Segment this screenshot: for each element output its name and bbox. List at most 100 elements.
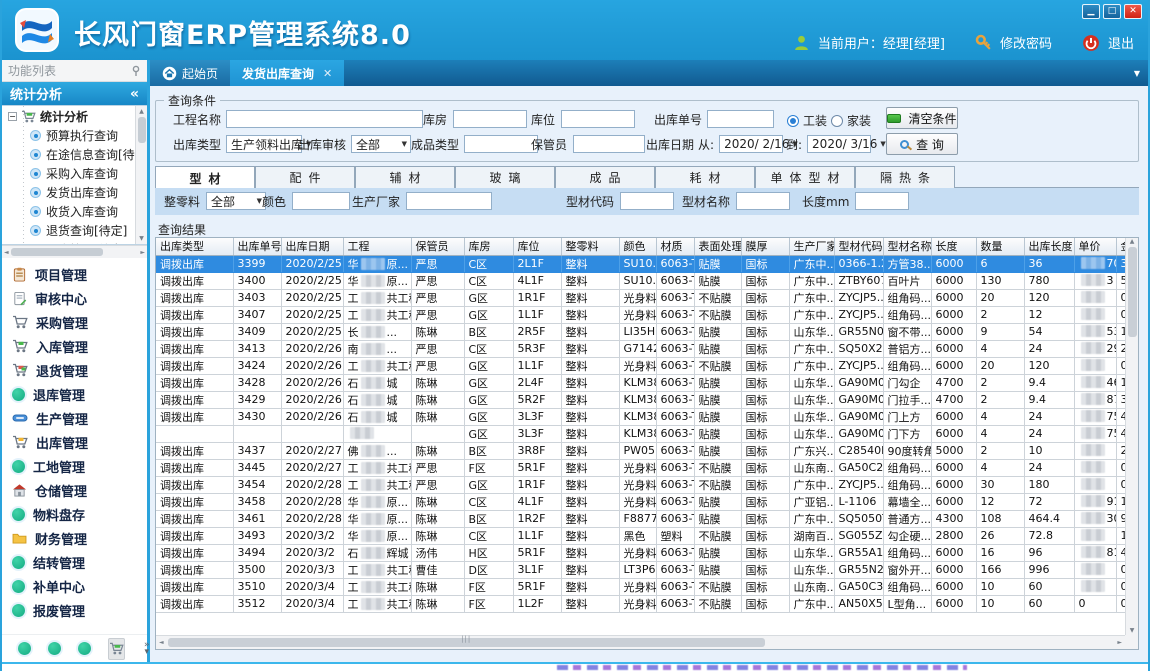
tab-home[interactable]: 起始页 — [150, 60, 230, 86]
sidebar-item-出库管理[interactable]: 出库管理 — [2, 430, 147, 454]
date-from-picker[interactable]: 2020/ 2/16 ▼ — [719, 135, 783, 153]
material-tab-型材[interactable]: 型材 — [155, 166, 255, 189]
module-dot-icon[interactable] — [18, 642, 31, 655]
table-row[interactable]: 调拨出库34072020/2/25工共工程严思G区1L1F整料光身料6063-T… — [156, 306, 1125, 323]
table-row[interactable]: 调拨出库34092020/2/25长...陈琳B区2R5F整料LI35HD606… — [156, 323, 1125, 340]
tree-item-预算执行查询[interactable]: 预算执行查询 — [2, 126, 135, 145]
column-header-表面处理[interactable]: 表面处理 — [694, 238, 741, 255]
order-no-input[interactable] — [707, 110, 774, 128]
module-dot-icon[interactable] — [78, 642, 91, 655]
scroll-thumb[interactable] — [1128, 247, 1137, 337]
column-header-颜色[interactable]: 颜色 — [619, 238, 656, 255]
tree-vertical-scrollbar[interactable]: ▲ ▼ — [135, 106, 147, 244]
tree-horizontal-scrollbar[interactable]: ◄ ► — [2, 245, 147, 258]
column-header-出库单号[interactable]: 出库单号 — [233, 238, 281, 255]
table-row[interactable]: 调拨出库34302020/2/26石城陈琳G区3L3F整料KLM38176063… — [156, 408, 1125, 425]
tree-item-退货查询[待定][interactable]: 退货查询[待定] — [2, 221, 135, 240]
tree-root-statistics[interactable]: − 统计分析 — [2, 106, 135, 126]
whole-piece-select[interactable]: 全部 ▼ — [206, 192, 266, 210]
keeper-input[interactable] — [573, 135, 645, 153]
column-header-膜厚[interactable]: 膜厚 — [741, 238, 789, 255]
sidebar-item-工地管理[interactable]: 工地管理 — [2, 454, 147, 478]
table-row[interactable]: 调拨出库34542020/2/28工共工程严思G区1R1F整料光身料6063-T… — [156, 476, 1125, 493]
tree-item-收货入库查询[interactable]: 收货入库查询 — [2, 202, 135, 221]
material-tab-玻璃[interactable]: 玻璃 — [455, 166, 555, 188]
table-row[interactable]: 调拨出库34292020/2/26石城陈琳G区5R2F整料KLM38176063… — [156, 391, 1125, 408]
table-row[interactable]: 调拨出库34242020/2/26工共工程严思G区1L1F整料光身料6063-T… — [156, 357, 1125, 374]
grid-vertical-scrollbar[interactable]: ▲ ▼ — [1125, 238, 1138, 635]
scroll-down-icon[interactable]: ▼ — [139, 235, 144, 242]
sidebar-item-补单中心[interactable]: 补单中心 — [2, 574, 147, 598]
maximize-button[interactable]: □ — [1103, 4, 1121, 19]
sidebar-item-项目管理[interactable]: 项目管理 — [2, 262, 147, 286]
collapse-icon[interactable]: « — [130, 86, 139, 102]
table-row[interactable]: 调拨出库35122020/3/4工共工程陈琳F区1L2F整料光身料6063-T5… — [156, 595, 1125, 612]
scroll-left-icon[interactable]: ◄ — [4, 249, 9, 256]
column-header-库位[interactable]: 库位 — [513, 238, 561, 255]
outbound-audit-select[interactable]: 全部 ▼ — [351, 135, 411, 153]
search-button[interactable]: 查 询 — [886, 133, 958, 155]
column-header-整零料[interactable]: 整零料 — [561, 238, 619, 255]
scroll-up-icon[interactable]: ▲ — [1130, 238, 1135, 245]
outbound-type-select[interactable]: 生产领料出库 ▼ — [226, 135, 302, 153]
radio-gongzhuang[interactable] — [787, 115, 799, 127]
scroll-thumb[interactable] — [168, 638, 765, 647]
table-row[interactable]: 调拨出库34372020/2/27佛...陈琳B区3R8F整料PW056063-… — [156, 442, 1125, 459]
sidebar-item-采购管理[interactable]: 采购管理 — [2, 310, 147, 334]
tree-item-发货出库查询[interactable]: 发货出库查询 — [2, 183, 135, 202]
material-tab-配件[interactable]: 配件 — [255, 166, 355, 188]
pin-icon[interactable] — [131, 65, 141, 77]
scroll-thumb[interactable] — [11, 248, 103, 256]
column-header-保管员[interactable]: 保管员 — [411, 238, 464, 255]
tab-overflow-icon[interactable]: ▼ — [1134, 69, 1148, 86]
grid-horizontal-scrollbar[interactable]: ◄ ► — [156, 635, 1125, 649]
change-password-link[interactable]: 修改密码 — [1000, 33, 1052, 52]
date-to-picker[interactable]: 2020/ 3/16 ▼ — [807, 135, 871, 153]
table-row[interactable]: 调拨出库34032020/2/25工共工程严思G区1R1F整料光身料6063-T… — [156, 289, 1125, 306]
scroll-right-icon[interactable]: ► — [1117, 639, 1122, 646]
project-name-input[interactable] — [226, 110, 423, 128]
scroll-down-icon[interactable]: ▼ — [1130, 627, 1135, 634]
scroll-right-icon[interactable]: ► — [140, 249, 145, 256]
table-row[interactable]: 调拨出库35102020/3/4工共工程陈琳F区5R1F整料光身料6063-T5… — [156, 578, 1125, 595]
tree-item-退库管理[待定][interactable]: 退库管理[待定] — [2, 240, 135, 244]
table-row[interactable]: G区3L3F整料KLM38176063-T5贴膜国标山东华...GA90M09.… — [156, 425, 1125, 442]
column-header-出库长度[interactable]: 出库长度 — [1024, 238, 1074, 255]
minimize-button[interactable]: ▁ — [1082, 4, 1100, 19]
sidebar-item-入库管理[interactable]: 入库管理 — [2, 334, 147, 358]
profile-name-input[interactable] — [736, 192, 790, 210]
sidebar-item-仓储管理[interactable]: 仓储管理 — [2, 478, 147, 502]
sidebar-item-财务管理[interactable]: 财务管理 — [2, 526, 147, 550]
table-row[interactable]: 调拨出库34612020/2/28华原...陈琳B区1R2F整料F8877FT6… — [156, 510, 1125, 527]
warehouse-input[interactable] — [453, 110, 527, 128]
column-header-数量[interactable]: 数量 — [976, 238, 1024, 255]
cart-module-button[interactable] — [108, 638, 125, 660]
tab-close-icon[interactable]: ✕ — [323, 67, 332, 80]
table-row[interactable]: 调拨出库34002020/2/25华原...严思C区4L1F整料SU10...6… — [156, 272, 1125, 289]
material-tab-成品[interactable]: 成品 — [555, 166, 655, 188]
section-header-statistics[interactable]: 统计分析 « — [2, 82, 147, 105]
material-tab-单体型材[interactable]: 单体型材 — [755, 166, 855, 188]
tab-shipping-outbound-query[interactable]: 发货出库查询 ✕ — [230, 60, 344, 86]
material-tab-隔热条[interactable]: 隔热条 — [855, 166, 955, 188]
sidebar-item-退库管理[interactable]: 退库管理 — [2, 382, 147, 406]
table-row[interactable]: 调拨出库34582020/2/28华原...陈琳C区4L1F整料光身料6063-… — [156, 493, 1125, 510]
scroll-left-icon[interactable]: ◄ — [159, 639, 164, 646]
sidebar-item-生产管理[interactable]: 生产管理 — [2, 406, 147, 430]
tree-item-采购入库查询[interactable]: 采购入库查询 — [2, 164, 135, 183]
table-row[interactable]: 调拨出库34932020/3/2华原...陈琳C区1L1F整料黑色塑料不贴膜国标… — [156, 527, 1125, 544]
column-header-型材代码[interactable]: 型材代码 — [834, 238, 883, 255]
module-dot-icon[interactable] — [48, 642, 61, 655]
table-row[interactable]: 调拨出库35002020/3/3工共工程曹佳D区3L1F整料LT3P606063… — [156, 561, 1125, 578]
column-header-出库类型[interactable]: 出库类型 — [156, 238, 233, 255]
sidebar-item-审核中心[interactable]: 审核中心 — [2, 286, 147, 310]
manufacturer-input[interactable] — [406, 192, 492, 210]
table-row[interactable]: 调拨出库34132020/2/26南...严思C区5R3F整料G71422606… — [156, 340, 1125, 357]
tree-expander-icon[interactable]: − — [8, 112, 17, 121]
close-button[interactable]: ✕ — [1124, 4, 1142, 19]
more-modules-icon[interactable]: »▾ — [144, 642, 150, 656]
column-header-生产厂家[interactable]: 生产厂家 — [789, 238, 834, 255]
scroll-up-icon[interactable]: ▲ — [139, 108, 144, 115]
radio-jiazhuang[interactable] — [831, 115, 843, 127]
color-input[interactable] — [292, 192, 350, 210]
